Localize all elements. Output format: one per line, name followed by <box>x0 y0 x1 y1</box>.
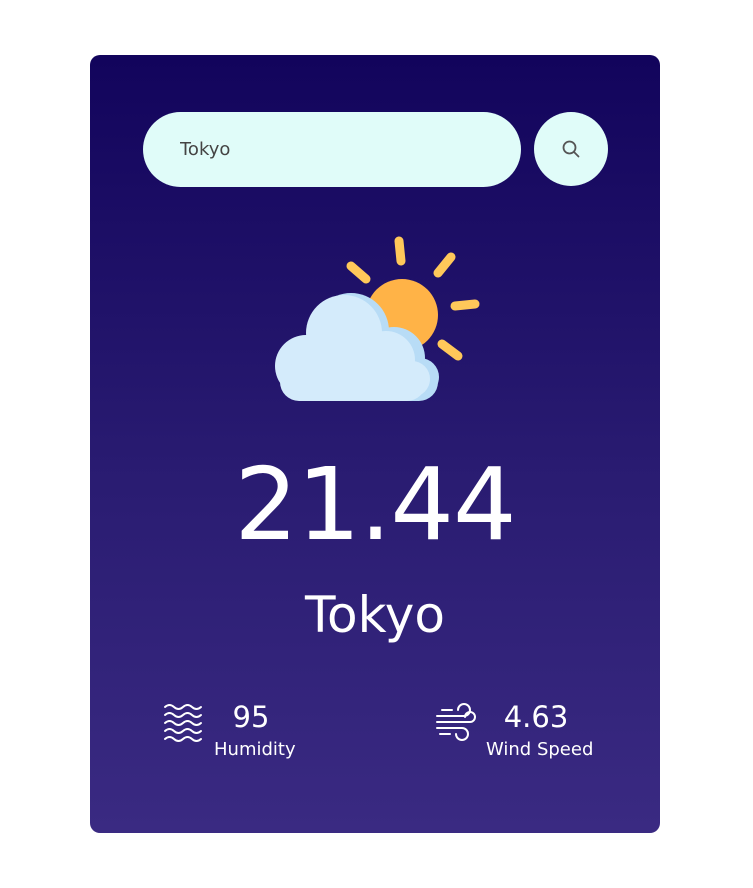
weather-card: 21.44 Tokyo 95 Humidity 4.63 Wind <box>90 55 660 833</box>
wind-speed-label: Wind Speed <box>486 739 594 760</box>
humidity-waves-icon <box>164 704 202 742</box>
search-bar <box>143 112 608 187</box>
wind-speed-value: 4.63 <box>503 700 569 734</box>
search-input[interactable] <box>143 112 521 187</box>
humidity-stat: 95 Humidity <box>162 695 322 765</box>
search-button[interactable] <box>534 112 608 186</box>
humidity-label: Humidity <box>214 739 296 760</box>
wind-icon <box>436 703 476 741</box>
search-icon <box>562 140 580 158</box>
wind-stat: 4.63 Wind Speed <box>434 695 614 765</box>
city-name: Tokyo <box>305 586 445 644</box>
partly-cloudy-icon <box>275 236 480 401</box>
temperature: 21.44 <box>234 446 516 563</box>
humidity-value: 95 <box>232 700 270 734</box>
